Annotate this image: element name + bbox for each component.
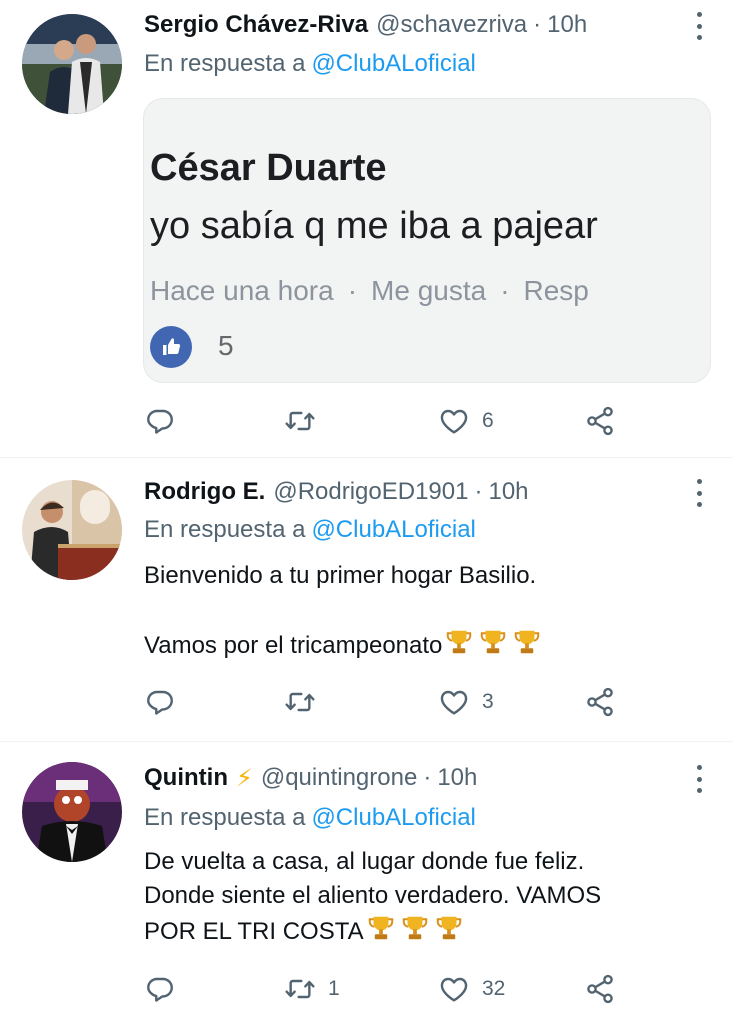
- share-icon: [584, 973, 616, 1005]
- reply-context: En respuesta a @ClubALoficial: [144, 50, 476, 78]
- tweet-text-line: Bienvenido a tu primer hogar Basilio.: [144, 562, 537, 589]
- like-icon: [438, 405, 470, 437]
- lightning-icon: ⚡: [235, 764, 253, 792]
- reply-mention-link[interactable]: @ClubALoficial: [311, 50, 475, 77]
- tweet-actions: 6: [144, 403, 624, 439]
- tweet-text-line: De vuelta a casa, al lugar donde fue fel…: [144, 848, 585, 875]
- tweet-text-line: POR EL TRI COSTA: [144, 913, 601, 953]
- reply-mention-link[interactable]: @ClubALoficial: [311, 804, 475, 831]
- image-comment-meta: Hace una hora · Me gusta · Resp: [150, 275, 589, 307]
- retweet-button[interactable]: [284, 403, 316, 439]
- image-like-count: 5: [218, 330, 234, 361]
- trophy-icon: [510, 627, 544, 657]
- reply-prefix: En respuesta a: [144, 50, 306, 77]
- timestamp[interactable]: 10h: [488, 478, 528, 506]
- author-name[interactable]: Rodrigo E.: [144, 478, 265, 506]
- tweet-text: De vuelta a casa, al lugar donde fue fel…: [144, 845, 601, 953]
- share-icon: [584, 686, 616, 718]
- tweet-header: Quintin ⚡ @quintingrone · 10h: [144, 761, 477, 795]
- thumbs-up-icon: [150, 326, 192, 368]
- separator: ·: [533, 11, 542, 38]
- share-button[interactable]: [584, 971, 616, 1007]
- tweet-actions: 1 32: [144, 971, 624, 1007]
- tweet-header: Rodrigo E. @RodrigoED1901 · 10h: [144, 475, 529, 509]
- avatar[interactable]: [22, 14, 122, 114]
- image-meta-like: Me gusta: [371, 275, 487, 306]
- tweet-text-line: Vamos por el tricampeonato: [144, 627, 544, 667]
- reply-prefix: En respuesta a: [144, 804, 306, 831]
- avatar[interactable]: [22, 480, 122, 580]
- retweet-count: 1: [328, 977, 340, 1000]
- reply-icon: [144, 405, 176, 437]
- more-icon[interactable]: [695, 12, 703, 40]
- reply-prefix: En respuesta a: [144, 516, 306, 543]
- retweet-button[interactable]: 1: [284, 971, 340, 1007]
- author-handle[interactable]: @schavezriva: [376, 11, 527, 39]
- trophy-icon: [364, 913, 398, 943]
- tweet-image[interactable]: César Duarte yo sabía q me iba a pajear …: [143, 98, 711, 383]
- trophy-icon: [442, 627, 476, 657]
- share-button[interactable]: [584, 684, 616, 720]
- retweet-icon: [284, 973, 316, 1005]
- author-name[interactable]: Quintin: [144, 764, 228, 792]
- like-count: 6: [482, 409, 494, 432]
- image-commenter-name: César Duarte: [150, 147, 387, 189]
- retweet-icon: [284, 686, 316, 718]
- tweet[interactable]: Rodrigo E. @RodrigoED1901 · 10h En respu…: [0, 458, 733, 742]
- trophy-icon: [398, 913, 432, 943]
- more-icon[interactable]: [695, 479, 703, 507]
- reply-context: En respuesta a @ClubALoficial: [144, 804, 476, 832]
- reply-button[interactable]: [144, 971, 176, 1007]
- tweet[interactable]: Quintin ⚡ @quintingrone · 10h En respues…: [0, 742, 733, 1024]
- like-button[interactable]: 3: [438, 684, 494, 720]
- share-icon: [584, 405, 616, 437]
- like-count: 32: [482, 977, 506, 1000]
- tweet-header: Sergio Chávez-Riva @schavezriva · 10h: [144, 8, 587, 42]
- separator: ·: [423, 764, 432, 791]
- like-count: 3: [482, 690, 494, 713]
- share-button[interactable]: [584, 403, 616, 439]
- image-meta-time: Hace una hora: [150, 275, 334, 306]
- like-button[interactable]: 6: [438, 403, 494, 439]
- author-name[interactable]: Sergio Chávez-Riva: [144, 11, 368, 39]
- more-icon[interactable]: [695, 765, 703, 793]
- avatar[interactable]: [22, 762, 122, 862]
- reply-button[interactable]: [144, 684, 176, 720]
- tweet-text-line: Donde siente el aliento verdadero. VAMOS: [144, 882, 602, 909]
- retweet-button[interactable]: [284, 684, 316, 720]
- timestamp[interactable]: 10h: [547, 11, 587, 39]
- like-icon: [438, 686, 470, 718]
- reply-context: En respuesta a @ClubALoficial: [144, 516, 476, 544]
- separator: ·: [474, 478, 483, 505]
- tweet[interactable]: Sergio Chávez-Riva @schavezriva · 10h En…: [0, 0, 733, 458]
- trophy-emojis: [364, 913, 466, 953]
- retweet-icon: [284, 405, 316, 437]
- tweet-text: Bienvenido a tu primer hogar Basilio. Va…: [144, 559, 544, 667]
- author-handle[interactable]: @RodrigoED1901: [273, 478, 468, 506]
- image-comment-text: yo sabía q me iba a pajear: [150, 205, 598, 247]
- trophy-icon: [432, 913, 466, 943]
- reply-icon: [144, 973, 176, 1005]
- like-icon: [438, 973, 470, 1005]
- reply-mention-link[interactable]: @ClubALoficial: [311, 516, 475, 543]
- reply-button[interactable]: [144, 403, 176, 439]
- image-meta-sep: ·: [347, 275, 358, 306]
- trophy-emojis: [442, 627, 544, 667]
- reply-icon: [144, 686, 176, 718]
- tweet-text-segment: POR EL TRI COSTA: [144, 918, 364, 945]
- trophy-icon: [476, 627, 510, 657]
- like-button[interactable]: 32: [438, 971, 505, 1007]
- tweet-text-segment: Vamos por el tricampeonato: [144, 632, 443, 659]
- image-meta-reply: Resp: [523, 275, 589, 306]
- timestamp[interactable]: 10h: [437, 764, 477, 792]
- image-meta-sep: ·: [500, 275, 510, 306]
- tweet-actions: 3: [144, 684, 624, 720]
- author-handle[interactable]: @quintingrone: [261, 764, 417, 792]
- tweet-text-line: [144, 593, 544, 627]
